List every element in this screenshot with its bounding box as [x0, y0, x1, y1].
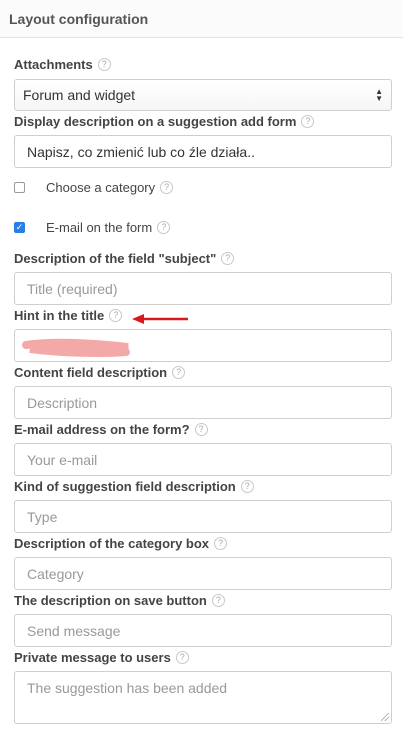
kind-description-input[interactable]: [14, 500, 392, 533]
help-icon[interactable]: ?: [172, 366, 186, 379]
redaction-scribble: [22, 338, 130, 357]
choose-category-checkbox[interactable]: [14, 182, 25, 193]
private-message-label: Private message to users?: [14, 650, 189, 665]
attachments-select[interactable]: Forum and widget ▲ ▼: [14, 79, 392, 111]
category-box-label: Description of the category box?: [14, 536, 228, 551]
annotation-arrow-icon: [132, 314, 188, 324]
help-icon[interactable]: ?: [301, 115, 315, 128]
choose-category-checkbox-row[interactable]: Choose a category?: [14, 180, 174, 195]
help-icon[interactable]: ?: [240, 480, 254, 493]
help-icon[interactable]: ?: [214, 537, 228, 550]
save-button-description-label: The description on save button?: [14, 593, 225, 608]
help-icon[interactable]: ?: [97, 58, 111, 71]
attachments-label: Attachments?: [14, 57, 111, 72]
help-icon[interactable]: ?: [109, 309, 123, 322]
private-message-textarea[interactable]: [14, 671, 392, 724]
subject-description-input[interactable]: [14, 272, 392, 305]
display-description-input[interactable]: [14, 135, 392, 168]
email-on-form-checkbox[interactable]: ✓: [14, 222, 25, 233]
email-address-label: E-mail address on the form??: [14, 422, 208, 437]
email-address-input[interactable]: [14, 443, 392, 476]
save-button-description-input[interactable]: [14, 614, 392, 647]
help-icon[interactable]: ?: [157, 221, 171, 234]
content-description-input[interactable]: [14, 386, 392, 419]
category-box-input[interactable]: [14, 557, 392, 590]
help-icon[interactable]: ?: [211, 594, 225, 607]
resize-handle-icon[interactable]: [381, 713, 389, 721]
display-description-label: Display description on a suggestion add …: [14, 114, 315, 129]
select-arrows-icon: ▲ ▼: [375, 87, 383, 103]
panel-title: Layout configuration: [9, 10, 149, 27]
email-on-form-checkbox-row[interactable]: ✓ E-mail on the form?: [14, 220, 171, 235]
help-icon[interactable]: ?: [221, 252, 235, 265]
help-icon[interactable]: ?: [160, 181, 174, 194]
help-icon[interactable]: ?: [194, 423, 208, 436]
kind-description-label: Kind of suggestion field description?: [14, 479, 254, 494]
help-icon[interactable]: ?: [175, 651, 189, 664]
subject-description-label: Description of the field "subject"?: [14, 251, 235, 266]
panel-header: Layout configuration: [0, 0, 403, 38]
hint-in-title-label: Hint in the title?: [14, 308, 123, 323]
content-description-label: Content field description?: [14, 365, 186, 380]
